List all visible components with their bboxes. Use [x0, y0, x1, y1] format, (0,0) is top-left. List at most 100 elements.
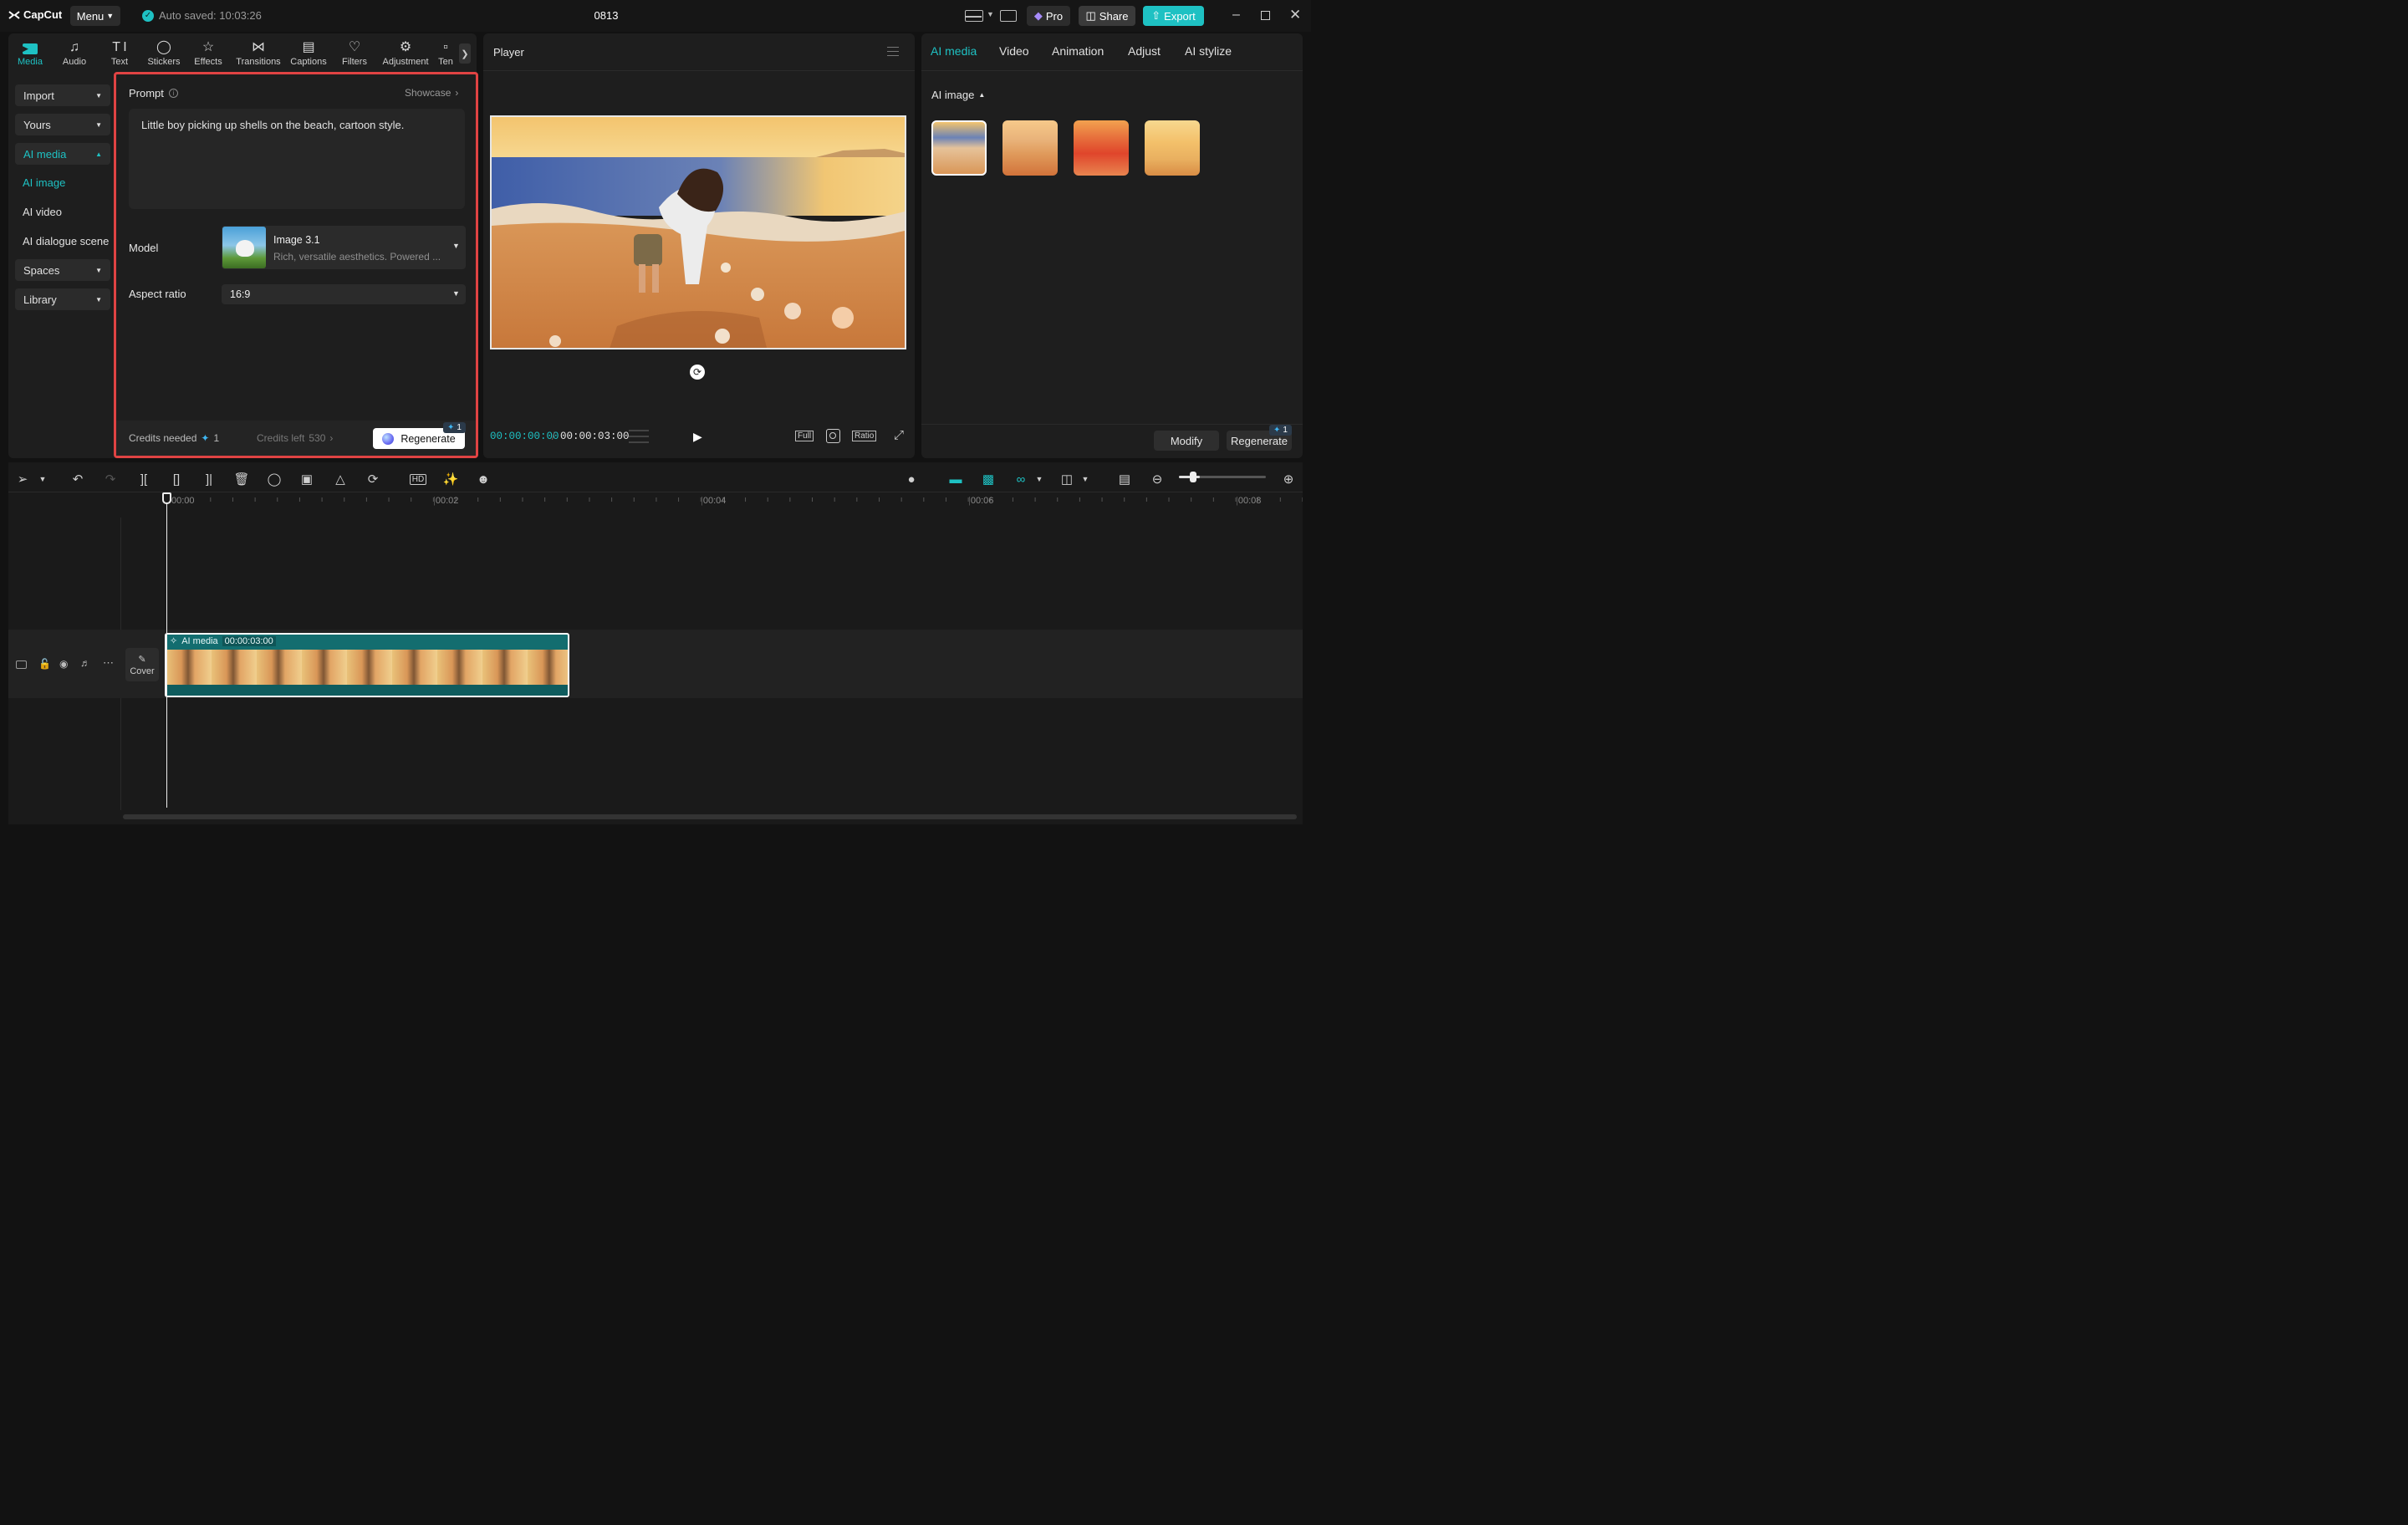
mirror-icon[interactable]: △ [331, 470, 349, 488]
modify-button[interactable]: Modify [1154, 431, 1219, 451]
fullscreen-icon[interactable]: ⤢ [894, 428, 904, 442]
select-cursor-icon[interactable]: ➢ [13, 470, 32, 488]
credits-left[interactable]: Credits left 530 › [257, 432, 333, 444]
model-select[interactable]: Image 3.1 Rich, versatile aesthetics. Po… [222, 226, 466, 269]
tab-video[interactable]: Video [999, 44, 1029, 58]
tab-adjust[interactable]: Adjust [1128, 44, 1161, 58]
timecode-grid-icon[interactable] [629, 430, 649, 443]
sidebar-yours[interactable]: Yours ▼ [15, 114, 110, 135]
split-icon[interactable]: ][ [135, 470, 153, 488]
tool-label: Effects [194, 57, 222, 67]
playhead-handle[interactable] [162, 492, 171, 504]
sidebar-label: Import [23, 89, 54, 102]
pro-button[interactable]: ◆ Pro [1027, 6, 1070, 26]
magnet-link-icon[interactable]: ▬ [946, 470, 965, 488]
person-effect-icon[interactable]: ☻ [474, 470, 492, 488]
tool-media[interactable]: ▶ Media [7, 37, 54, 70]
sidebar-import[interactable]: Import ▼ [15, 84, 110, 106]
showcase-link[interactable]: Showcase › [405, 87, 458, 99]
zoom-in-icon[interactable]: ⊕ [1279, 470, 1298, 488]
section-label: AI image [931, 89, 975, 101]
ai-media-clip[interactable]: ✧ AI media 00:00:03:00 [165, 633, 569, 697]
playhead[interactable] [166, 494, 167, 808]
ratio-button[interactable]: Ratio [852, 431, 877, 441]
ai-image-section[interactable]: AI image ▲ [931, 89, 985, 101]
share-label: Share [1099, 9, 1129, 23]
video-preview[interactable] [490, 115, 906, 349]
sidebar-ai-video[interactable]: AI video [23, 206, 62, 218]
zoom-slider[interactable] [1179, 472, 1266, 482]
shield-icon[interactable]: ◯ [265, 470, 283, 488]
generated-image-thumbnail[interactable] [931, 120, 987, 176]
sidebar-library[interactable]: Library ▼ [15, 288, 110, 310]
tool-template[interactable]: ▫ Ten [435, 37, 457, 70]
rotate-icon[interactable]: ⟳ [690, 365, 705, 380]
chevron-down-icon[interactable]: ▼ [33, 470, 52, 488]
layout-icon[interactable] [965, 10, 983, 22]
zoom-slider-handle[interactable] [1190, 472, 1196, 482]
speaker-icon[interactable]: ♬ [80, 657, 90, 669]
tool-stickers[interactable]: ◯ Stickers [140, 37, 187, 70]
tool-captions[interactable]: ▤ Captions [285, 37, 332, 70]
magic-wand-icon[interactable]: ✨ [441, 470, 460, 488]
chevron-right-icon[interactable]: ❯ [459, 43, 471, 64]
cover-button[interactable]: ✎ Cover [125, 648, 159, 681]
eye-icon[interactable]: ◉ [59, 658, 68, 670]
rotate-clip-icon[interactable]: ⟳ [364, 470, 382, 488]
sidebar-ai-image[interactable]: AI image [23, 176, 65, 189]
chevron-down-icon[interactable]: ▼ [1030, 470, 1048, 488]
generated-image-thumbnail[interactable] [1002, 120, 1058, 176]
hamburger-menu-icon[interactable] [887, 47, 899, 56]
project-title[interactable]: 0813 [585, 9, 627, 22]
crop-icon[interactable]: ▣ [298, 470, 316, 488]
tool-adjustment[interactable]: ⚙ Adjustment [380, 37, 431, 70]
zoom-frame-icon[interactable] [826, 429, 840, 443]
full-quality-button[interactable]: Full [795, 431, 814, 441]
chevron-down-icon[interactable]: ▼ [1076, 470, 1094, 488]
prompt-input[interactable]: Little boy picking up shells on the beac… [129, 109, 465, 209]
keyboard-icon[interactable] [1000, 10, 1017, 22]
more-options-icon[interactable]: ⋯ [103, 656, 114, 670]
export-button[interactable]: ⇧ Export [1143, 6, 1204, 26]
menu-button[interactable]: Menu ▼ [70, 6, 120, 26]
video-track-icon[interactable] [16, 660, 27, 669]
undo-icon[interactable]: ↶ [69, 470, 87, 488]
play-icon[interactable]: ▶ [693, 430, 702, 444]
time-ruler[interactable] [166, 492, 1303, 511]
aspect-ratio-select[interactable]: 16:9 ▼ [222, 284, 466, 304]
timeline-scrollbar[interactable] [123, 814, 1297, 819]
split-left-icon[interactable]: [] [167, 470, 186, 488]
preview-axis-icon[interactable]: ◫ [1058, 470, 1076, 488]
delete-icon[interactable]: 🗑 [232, 470, 251, 488]
hd-icon[interactable]: HD [409, 470, 427, 488]
screen-fit-icon[interactable]: ▤ [1115, 470, 1134, 488]
minimize-icon[interactable]: – [1232, 8, 1240, 23]
tool-effects[interactable]: ☆ Effects [185, 37, 232, 70]
maximize-icon[interactable] [1261, 11, 1270, 20]
microphone-icon[interactable]: ● [902, 470, 921, 488]
lock-icon[interactable]: 🔓 [38, 658, 51, 670]
redo-icon[interactable]: ↷ [101, 470, 120, 488]
tool-transitions[interactable]: ⋈ Transitions [235, 37, 282, 70]
tool-filters[interactable]: ♡ Filters [331, 37, 378, 70]
tab-ai-media[interactable]: AI media [931, 44, 977, 58]
generated-image-thumbnail[interactable] [1074, 120, 1129, 176]
sidebar-ai-media[interactable]: AI media ▲ [15, 143, 110, 165]
sidebar-ai-dialogue-scene[interactable]: AI dialogue scene [23, 235, 109, 247]
zoom-out-icon[interactable]: ⊖ [1148, 470, 1166, 488]
split-right-icon[interactable]: ]| [200, 470, 218, 488]
close-icon[interactable]: ✕ [1289, 7, 1301, 23]
chevron-down-icon[interactable]: ▼ [987, 10, 994, 18]
share-button[interactable]: ◫ Share [1079, 6, 1135, 26]
generated-image-thumbnail[interactable] [1145, 120, 1200, 176]
auto-snap-icon[interactable]: ▩ [979, 470, 997, 488]
tool-audio[interactable]: ♫ Audio [51, 37, 98, 70]
sidebar-label: Yours [23, 118, 51, 131]
sparkle-icon: ✦ [1273, 426, 1281, 435]
link-icon[interactable]: ∞ [1012, 470, 1030, 488]
tool-text[interactable]: T I Text [96, 37, 143, 70]
tab-animation[interactable]: Animation [1052, 44, 1104, 58]
sidebar-spaces[interactable]: Spaces ▼ [15, 259, 110, 281]
info-icon[interactable]: i [168, 89, 178, 98]
tab-ai-stylize[interactable]: AI stylize [1185, 44, 1232, 58]
